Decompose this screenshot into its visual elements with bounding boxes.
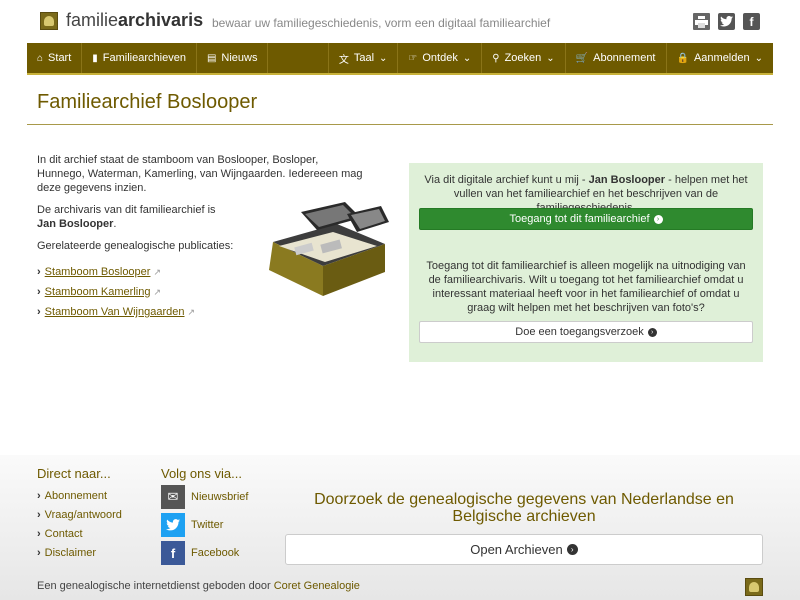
- chevron-right-icon: ›: [37, 547, 41, 559]
- link-stamboom-kamerling[interactable]: Stamboom Kamerling: [45, 285, 151, 299]
- site-tagline: bewaar uw familiegeschiedenis, vorm een …: [212, 16, 551, 30]
- newspaper-icon: ▤: [206, 52, 217, 64]
- follow-heading: Volg ons via...: [161, 466, 242, 481]
- print-icon[interactable]: [693, 13, 710, 30]
- access-info-text: Toegang tot dit familiearchief is alleen…: [426, 260, 746, 314]
- chevron-circle-right-icon: ›: [566, 544, 578, 555]
- page-title: Familiearchief Boslooper: [37, 91, 258, 113]
- nav-search[interactable]: ⚲ Zoeken ⌄: [482, 43, 566, 73]
- chevron-down-icon: ⌄: [546, 52, 555, 64]
- direct-links: › Abonnement › Vraag/antwoord › Contact › Di…: [37, 490, 122, 566]
- site-brand[interactable]: familiearchivaris: [66, 10, 203, 31]
- title-divider: [27, 124, 773, 125]
- chevron-down-icon: ⌄: [462, 52, 472, 64]
- external-link-icon: ↗: [187, 307, 196, 317]
- chevron-right-icon: ›: [37, 266, 41, 278]
- access-panel: Via dit digitale archief kunt u mij - Ja…: [409, 163, 763, 362]
- access-request-button[interactable]: Doe een toegangsverzoek ›: [419, 321, 753, 343]
- newsletter-link[interactable]: ✉ Nieuwsbrief: [161, 485, 248, 509]
- list-item[interactable]: › Disclaimer: [37, 547, 122, 559]
- main-nav: ⌂ Start ▮ Familiearchieven ▤ Nieuws 文 Taal ⌄ …: [27, 43, 773, 75]
- cart-icon: 🛒: [575, 52, 589, 64]
- nav-news[interactable]: ▤ Nieuws: [197, 43, 269, 73]
- external-link-icon: ↗: [153, 267, 161, 277]
- facebook-icon[interactable]: f: [743, 13, 760, 30]
- access-archive-button[interactable]: Toegang tot dit familiearchief ›: [419, 208, 753, 230]
- external-link-icon: ↗: [153, 287, 161, 297]
- twitter-link[interactable]: Twitter: [161, 513, 223, 537]
- open-archives-button[interactable]: Open Archieven ›: [285, 534, 763, 565]
- search-icon: ⚲: [492, 52, 500, 64]
- translate-icon: 文: [338, 54, 349, 66]
- direct-heading: Direct naar...: [37, 466, 111, 481]
- chevron-circle-right-icon: ›: [647, 327, 657, 337]
- chevron-circle-right-icon: ›: [653, 214, 663, 224]
- twitter-icon: [161, 513, 185, 537]
- book-icon: ▮: [92, 52, 98, 64]
- intro-text: In dit archief staat de stamboom van Bos…: [37, 154, 363, 194]
- chevron-down-icon: ⌄: [754, 52, 763, 64]
- nav-family-archives[interactable]: ▮ Familiearchieven: [82, 43, 197, 73]
- chevron-right-icon: ›: [37, 306, 41, 318]
- chevron-right-icon: ›: [37, 528, 41, 540]
- chevron-right-icon: ›: [37, 286, 41, 298]
- list-item: › Stamboom Van Wijngaarden ↗: [37, 305, 367, 319]
- list-item[interactable]: › Abonnement: [37, 490, 122, 502]
- newsletter-icon: ✉: [161, 485, 185, 509]
- list-item[interactable]: › Vraag/antwoord: [37, 509, 122, 521]
- home-icon: ⌂: [37, 52, 44, 64]
- pointer-icon: ☞: [408, 52, 418, 64]
- archivist-text: De archivaris van dit familiearchief is …: [37, 204, 216, 230]
- header-social: f: [693, 13, 760, 30]
- nav-login[interactable]: 🔒 Aanmelden ⌄: [667, 43, 774, 73]
- chevron-right-icon: ›: [37, 509, 41, 521]
- site-footer: Direct naar... › Abonnement › Vraag/antwoo…: [0, 455, 800, 600]
- site-header: familiearchivaris bewaar uw familiegesch…: [0, 0, 800, 42]
- coret-genealogie-link[interactable]: Coret Genealogie: [274, 580, 360, 592]
- site-logo-icon[interactable]: [40, 12, 58, 30]
- link-stamboom-boslooper[interactable]: Stamboom Boslooper: [45, 265, 151, 279]
- link-stamboom-van-wijngaarden[interactable]: Stamboom Van Wijngaarden: [45, 305, 185, 319]
- facebook-icon: f: [161, 541, 185, 565]
- list-item[interactable]: › Contact: [37, 528, 122, 540]
- nav-language[interactable]: 文 Taal ⌄: [329, 43, 399, 73]
- footer-credit: Een genealogische internetdienst geboden…: [37, 580, 360, 592]
- nav-discover[interactable]: ☞ Ontdek ⌄: [398, 43, 483, 73]
- nav-spacer: [268, 43, 329, 73]
- facebook-link[interactable]: f Facebook: [161, 541, 239, 565]
- search-archives-title: Doorzoek de genealogische gegevens van N…: [314, 491, 734, 525]
- chevron-right-icon: ›: [37, 490, 41, 502]
- nav-subscription[interactable]: 🛒 Abonnement: [566, 43, 667, 73]
- lock-icon: 🔒: [676, 52, 689, 64]
- twitter-icon[interactable]: [718, 13, 735, 30]
- nav-start[interactable]: ⌂ Start: [27, 43, 83, 73]
- chevron-down-icon: ⌄: [379, 52, 388, 64]
- footer-logo-icon[interactable]: [745, 578, 763, 596]
- archive-box-image: [269, 202, 389, 296]
